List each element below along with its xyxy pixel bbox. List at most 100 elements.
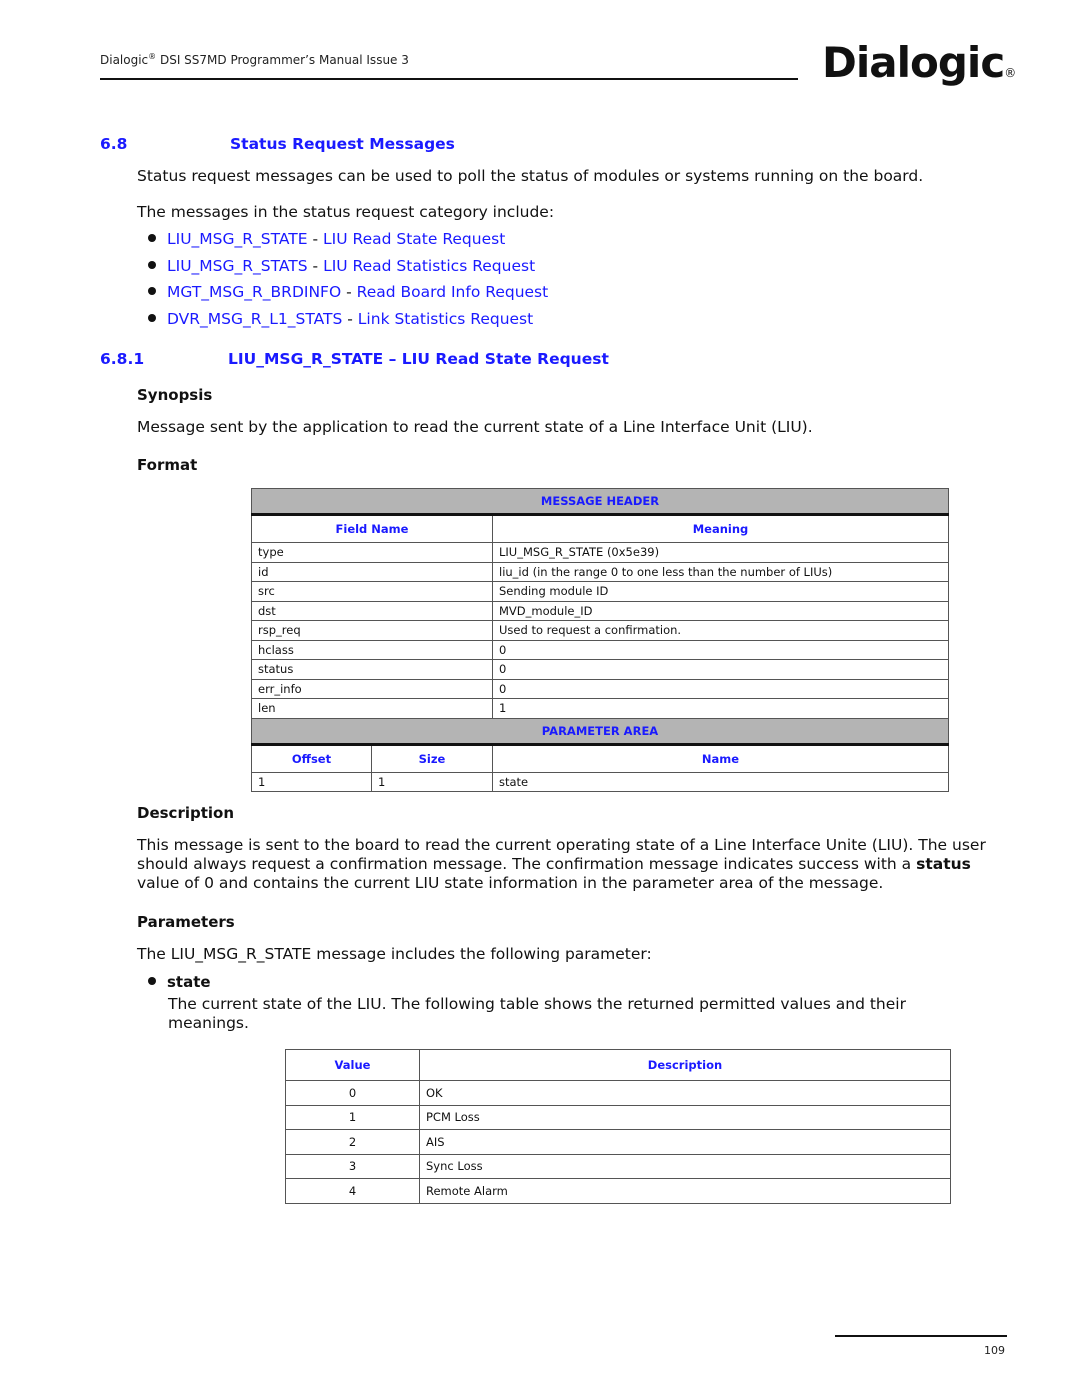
section-intro: Status request messages can be used to p… — [137, 167, 924, 185]
meaning-cell: 0 — [492, 659, 949, 680]
field-name-cell: dst — [251, 600, 493, 621]
column-header-name: Name — [492, 743, 949, 773]
description-cell: Sync Loss — [419, 1153, 951, 1179]
field-name-cell: id — [251, 561, 493, 582]
column-header-description: Description — [419, 1049, 951, 1081]
format-heading: Format — [137, 456, 198, 474]
description-cell: OK — [419, 1080, 951, 1106]
table-row: 4 Remote Alarm — [285, 1178, 951, 1204]
running-head: Dialogic® DSI SS7MD Programmer’s Manual … — [100, 52, 409, 67]
section-heading: 6.8 Status Request Messages — [100, 135, 455, 153]
value-cell: 4 — [285, 1178, 420, 1204]
meaning-cell: 0 — [492, 639, 949, 660]
offset-cell: 1 — [251, 771, 372, 792]
header-rule — [100, 78, 798, 80]
param-header-row: Offset Size Name — [251, 743, 949, 773]
field-name-cell: rsp_req — [251, 620, 493, 641]
link-link-statistics-request[interactable]: Link Statistics Request — [358, 310, 533, 328]
value-cell: 2 — [285, 1129, 420, 1155]
footer-rule — [835, 1335, 1007, 1337]
value-cell: 1 — [285, 1104, 420, 1130]
param-item: state — [148, 973, 211, 991]
meaning-cell: liu_id (in the range 0 to one less than … — [492, 561, 949, 582]
description-part: value of 0 and contains the current LIU … — [137, 874, 884, 892]
description-cell: Remote Alarm — [419, 1178, 951, 1204]
param-name: state — [167, 973, 211, 991]
bullet-icon — [148, 287, 156, 295]
logo-text: Dialogic — [822, 38, 1005, 87]
bullet-icon — [148, 313, 156, 322]
field-name-cell: err_info — [251, 678, 493, 699]
table-row: 2 AIS — [285, 1129, 951, 1155]
table-row: id liu_id (in the range 0 to one less tha… — [251, 561, 949, 582]
parameter-area-band: PARAMETER AREA — [251, 717, 949, 746]
column-header-offset: Offset — [251, 743, 372, 773]
description-text: This message is sent to the board to rea… — [137, 836, 987, 893]
message-link-list: LIU_MSG_R_STATE - LIU Read State Request… — [148, 229, 548, 335]
description-heading: Description — [137, 804, 235, 822]
running-head-title: DSI SS7MD Programmer’s Manual Issue 3 — [156, 53, 409, 67]
list-intro: The messages in the status request categ… — [137, 203, 555, 221]
parameters-heading: Parameters — [137, 913, 235, 931]
table-row: dst MVD_module_ID — [251, 600, 949, 621]
table-row: hclass 0 — [251, 639, 949, 660]
band-label: MESSAGE HEADER — [251, 488, 949, 516]
name-cell: state — [492, 771, 949, 792]
bullet-icon — [148, 977, 156, 985]
field-name-cell: type — [251, 542, 493, 563]
link-liu-msg-r-stats[interactable]: LIU_MSG_R_STATS — [167, 257, 308, 275]
description-cell: AIS — [419, 1129, 951, 1155]
link-separator: - — [341, 283, 357, 301]
list-item: LIU_MSG_R_STATS - LIU Read Statistics Re… — [148, 256, 548, 283]
table-row: 1 PCM Loss — [285, 1104, 951, 1130]
bullet-icon — [148, 260, 156, 269]
table-row: err_info 0 — [251, 678, 949, 699]
link-dvr-msg-r-l1-stats[interactable]: DVR_MSG_R_L1_STATS — [167, 310, 342, 328]
meaning-cell: Used to request a confirmation. — [492, 620, 949, 641]
meaning-cell: MVD_module_ID — [492, 600, 949, 621]
field-name-cell: hclass — [251, 639, 493, 660]
field-name-cell: src — [251, 581, 493, 602]
link-read-board-info-request[interactable]: Read Board Info Request — [357, 283, 549, 301]
table-header-row: Field Name Meaning — [251, 514, 949, 543]
table-row: rsp_req Used to request a confirmation. — [251, 620, 949, 641]
parameters-intro: The LIU_MSG_R_STATE message includes the… — [137, 945, 652, 963]
subsection-heading: 6.8.1 LIU_MSG_R_STATE – LIU Read State Re… — [100, 350, 609, 368]
value-cell: 0 — [285, 1080, 420, 1106]
list-item: MGT_MSG_R_BRDINFO - Read Board Info Requ… — [148, 282, 548, 309]
table-row: 0 OK — [285, 1080, 951, 1106]
link-separator: - — [307, 256, 324, 275]
meaning-cell: 1 — [492, 698, 949, 719]
field-name-cell: len — [251, 698, 493, 719]
link-liu-msg-r-state[interactable]: LIU_MSG_R_STATE — [167, 230, 308, 248]
link-mgt-msg-r-brdinfo[interactable]: MGT_MSG_R_BRDINFO — [167, 283, 341, 301]
meaning-cell: Sending module ID — [492, 581, 949, 602]
table-row: len 1 — [251, 698, 949, 719]
link-liu-read-statistics-request[interactable]: LIU Read Statistics Request — [323, 257, 535, 275]
description-part: This message is sent to the board to rea… — [137, 836, 986, 873]
list-item: LIU_MSG_R_STATE - LIU Read State Request — [148, 229, 548, 256]
link-separator: - — [342, 309, 358, 328]
registered-mark: ® — [148, 52, 157, 61]
description-bold-term: status — [916, 855, 971, 873]
running-head-brand: Dialogic — [100, 53, 149, 67]
section-title: Status Request Messages — [230, 135, 455, 153]
logo-registered-mark: ® — [1004, 66, 1016, 80]
column-header-meaning: Meaning — [492, 514, 949, 543]
column-header-size: Size — [371, 743, 493, 773]
table-row: status 0 — [251, 659, 949, 680]
param-description: The current state of the LIU. The follow… — [168, 995, 906, 1032]
subsection-number: 6.8.1 — [100, 350, 145, 368]
subsection-title: LIU_MSG_R_STATE – LIU Read State Request — [228, 350, 609, 368]
table-row: 3 Sync Loss — [285, 1153, 951, 1179]
link-liu-read-state-request[interactable]: LIU Read State Request — [323, 230, 505, 248]
field-name-cell: status — [251, 659, 493, 680]
synopsis-heading: Synopsis — [137, 386, 213, 404]
message-header-band: MESSAGE HEADER — [251, 488, 949, 516]
synopsis-text: Message sent by the application to read … — [137, 418, 813, 436]
table-row: type LIU_MSG_R_STATE (0x5e39) — [251, 542, 949, 563]
page-number: 109 — [984, 1344, 1005, 1357]
list-item: DVR_MSG_R_L1_STATS - Link Statistics Req… — [148, 309, 548, 336]
value-cell: 3 — [285, 1153, 420, 1179]
section-number: 6.8 — [100, 135, 128, 153]
